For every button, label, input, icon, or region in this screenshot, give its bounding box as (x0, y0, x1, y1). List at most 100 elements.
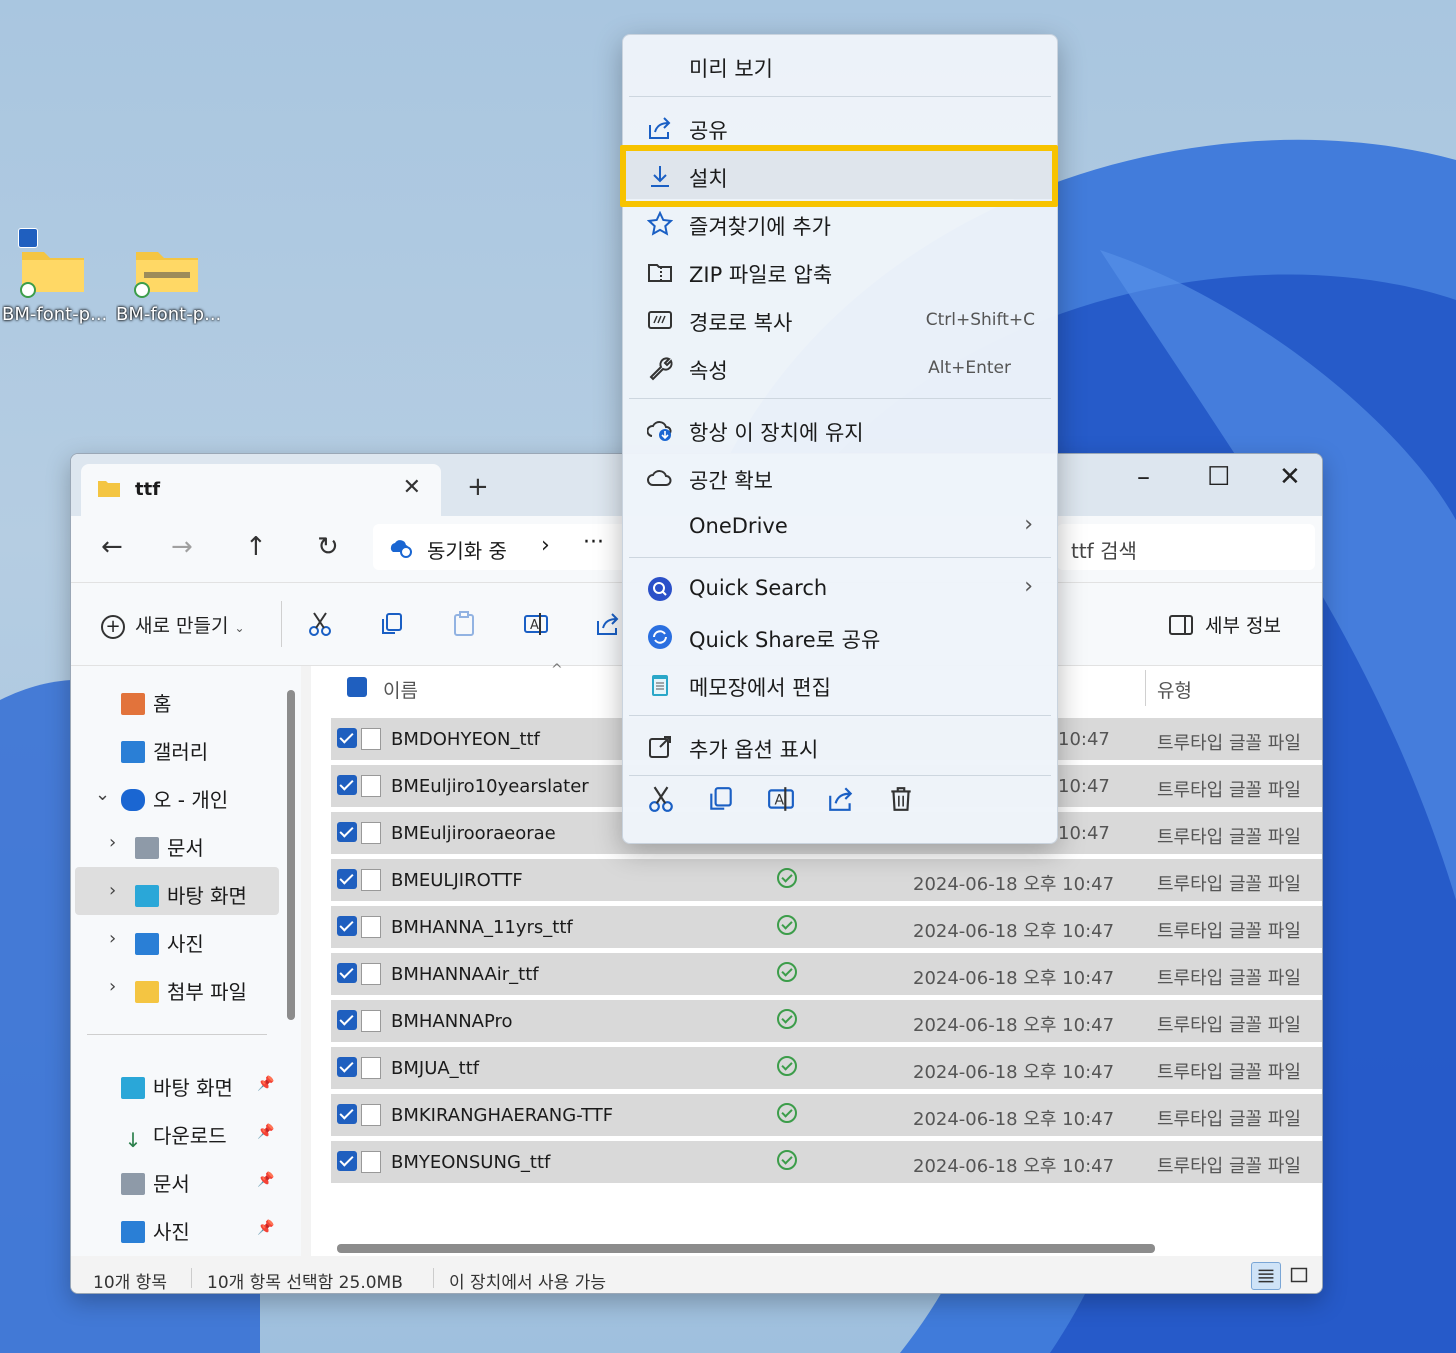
sidebar-item-home[interactable]: 홈 (121, 688, 171, 717)
menu-item-more-options[interactable]: 추가 옵션 표시 (623, 722, 1057, 770)
rename-icon[interactable]: A (767, 785, 795, 813)
row-checkbox[interactable] (337, 869, 357, 889)
pin-icon[interactable]: 📌 (257, 1172, 274, 1188)
chevron-right-icon[interactable]: › (109, 928, 116, 949)
divider (433, 1268, 434, 1288)
share-icon[interactable] (595, 611, 621, 637)
details-view-button[interactable] (1251, 1262, 1281, 1290)
menu-item-quick-share[interactable]: Quick Share로 공유 (623, 612, 1057, 660)
table-row[interactable]: BMKIRANGHAERANG-TTF 2024-06-18 오후 10:47 트루… (331, 1094, 1322, 1136)
sidebar-item-desktop[interactable]: › 바탕 화면 (109, 880, 247, 909)
quick-access-pictures[interactable]: 사진 (121, 1216, 190, 1245)
quick-search-icon (647, 576, 673, 602)
rename-icon[interactable]: A (523, 611, 549, 637)
column-type[interactable]: 유형 (1157, 676, 1192, 703)
divider (281, 601, 282, 647)
menu-item-copy-path[interactable]: 경로로 복사 Ctrl+Shift+C (623, 295, 1057, 343)
menu-item-label: 속성 (689, 359, 728, 383)
chevron-right-icon[interactable]: › (109, 880, 116, 901)
pin-icon[interactable]: 📌 (257, 1076, 274, 1092)
row-checkbox[interactable] (337, 963, 357, 983)
more-dots-icon[interactable]: ··· (583, 530, 604, 555)
row-checkbox[interactable] (337, 1104, 357, 1124)
select-all-checkbox[interactable] (347, 677, 367, 697)
search-placeholder: ttf 검색 (1071, 539, 1137, 563)
sidebar-item-documents[interactable]: › 문서 (109, 832, 204, 861)
delete-icon[interactable] (887, 785, 915, 813)
new-button[interactable]: + 새로 만들기 ⌄ (101, 611, 245, 639)
column-name[interactable]: 이름 (383, 676, 418, 703)
share-icon[interactable] (827, 785, 855, 813)
chevron-down-icon[interactable]: ⌄ (95, 784, 110, 805)
menu-item-share[interactable]: 공유 (623, 103, 1057, 151)
table-row[interactable]: BMHANNAAir_ttf 2024-06-18 오후 10:47 트루타입 글꼴… (331, 953, 1322, 995)
table-row[interactable]: BMEULJIROTTF 2024-06-18 오후 10:47 트루타입 글꼴 파… (331, 859, 1322, 901)
row-checkbox[interactable] (337, 1057, 357, 1077)
cut-icon[interactable] (647, 785, 675, 813)
font-file-icon (361, 1057, 381, 1079)
sidebar-item-label: 첨부 파일 (167, 980, 247, 1004)
file-name: BMEuljirooraeorae (391, 823, 556, 844)
forward-button[interactable]: → (171, 532, 193, 562)
chevron-right-icon[interactable]: › (109, 832, 116, 853)
sync-ok-icon (777, 868, 797, 888)
table-row[interactable]: BMJUA_ttf 2024-06-18 오후 10:47 트루타입 글꼴 파일 (331, 1047, 1322, 1089)
pin-icon[interactable]: 📌 (257, 1220, 274, 1236)
search-box[interactable]: ttf 검색 (1057, 524, 1315, 570)
maximize-button[interactable]: ☐ (1207, 462, 1230, 492)
close-tab-icon[interactable]: ✕ (403, 475, 421, 500)
copy-icon[interactable] (379, 611, 405, 637)
sidebar-item-gallery[interactable]: 갤러리 (121, 736, 208, 765)
menu-item-zip[interactable]: ZIP 파일로 압축 (623, 247, 1057, 295)
sync-ok-icon (777, 1056, 797, 1076)
menu-item-free-space[interactable]: 공간 확보 (623, 453, 1057, 501)
row-checkbox[interactable] (337, 916, 357, 936)
pin-icon[interactable]: 📌 (257, 1124, 274, 1140)
quick-access-desktop[interactable]: 바탕 화면 (121, 1072, 233, 1101)
divider (629, 398, 1051, 399)
new-tab-button[interactable]: + (467, 472, 489, 502)
tiles-view-button[interactable] (1285, 1262, 1315, 1290)
folder-icon (135, 981, 159, 1003)
minimize-button[interactable]: – (1137, 462, 1150, 492)
row-checkbox[interactable] (337, 1151, 357, 1171)
menu-item-keep-on-device[interactable]: 항상 이 장치에 유지 (623, 405, 1057, 453)
menu-item-quick-search[interactable]: Quick Search › (623, 564, 1057, 612)
row-checkbox[interactable] (337, 728, 357, 748)
paste-icon[interactable] (451, 611, 477, 637)
sidebar-item-onedrive[interactable]: ⌄ 오 - 개인 (95, 784, 228, 813)
quick-access-documents[interactable]: 문서 (121, 1168, 190, 1197)
up-button[interactable]: ↑ (245, 532, 267, 562)
sidebar-item-attachments[interactable]: › 첨부 파일 (109, 976, 247, 1005)
chevron-right-icon[interactable]: › (541, 533, 550, 558)
svg-text:A: A (775, 792, 785, 808)
address-bar[interactable]: 동기화 중 › ··· (373, 524, 633, 570)
refresh-button[interactable]: ↻ (317, 532, 339, 562)
cut-icon[interactable] (307, 611, 333, 637)
menu-item-preview[interactable]: 미리 보기 (623, 41, 1057, 89)
row-checkbox[interactable] (337, 775, 357, 795)
file-name: BMYEONSUNG_ttf (391, 1152, 551, 1173)
table-row[interactable]: BMYEONSUNG_ttf 2024-06-18 오후 10:47 트루타입 글꼴… (331, 1141, 1322, 1183)
svg-text:A: A (530, 618, 539, 633)
file-date: 2024-06-18 오후 10:47 (913, 968, 1115, 989)
sidebar-scrollbar[interactable] (287, 690, 295, 1020)
sidebar-item-pictures[interactable]: › 사진 (109, 928, 204, 957)
menu-item-onedrive[interactable]: OneDrive › (623, 502, 1057, 550)
row-checkbox[interactable] (337, 822, 357, 842)
quick-access-downloads[interactable]: ↓ 다운로드 (121, 1120, 227, 1152)
table-row[interactable]: BMHANNA_11yrs_ttf 2024-06-18 오후 10:47 트루타입… (331, 906, 1322, 948)
onedrive-icon (121, 789, 145, 811)
tab-ttf[interactable]: ttf ✕ (81, 464, 441, 516)
menu-item-notepad[interactable]: 메모장에서 편집 (623, 660, 1057, 708)
copy-icon[interactable] (707, 785, 735, 813)
table-row[interactable]: BMHANNAPro 2024-06-18 오후 10:47 트루타입 글꼴 파일 (331, 1000, 1322, 1042)
horizontal-scrollbar[interactable] (337, 1244, 1155, 1253)
details-pane-button[interactable]: 세부 정보 (1169, 611, 1281, 638)
menu-item-properties[interactable]: 속성 Alt+Enter (623, 343, 1057, 391)
back-button[interactable]: ← (101, 532, 123, 562)
row-checkbox[interactable] (337, 1010, 357, 1030)
file-type: 트루타입 글꼴 파일 (1157, 874, 1301, 895)
chevron-right-icon[interactable]: › (109, 976, 116, 997)
close-window-button[interactable]: ✕ (1279, 462, 1301, 492)
